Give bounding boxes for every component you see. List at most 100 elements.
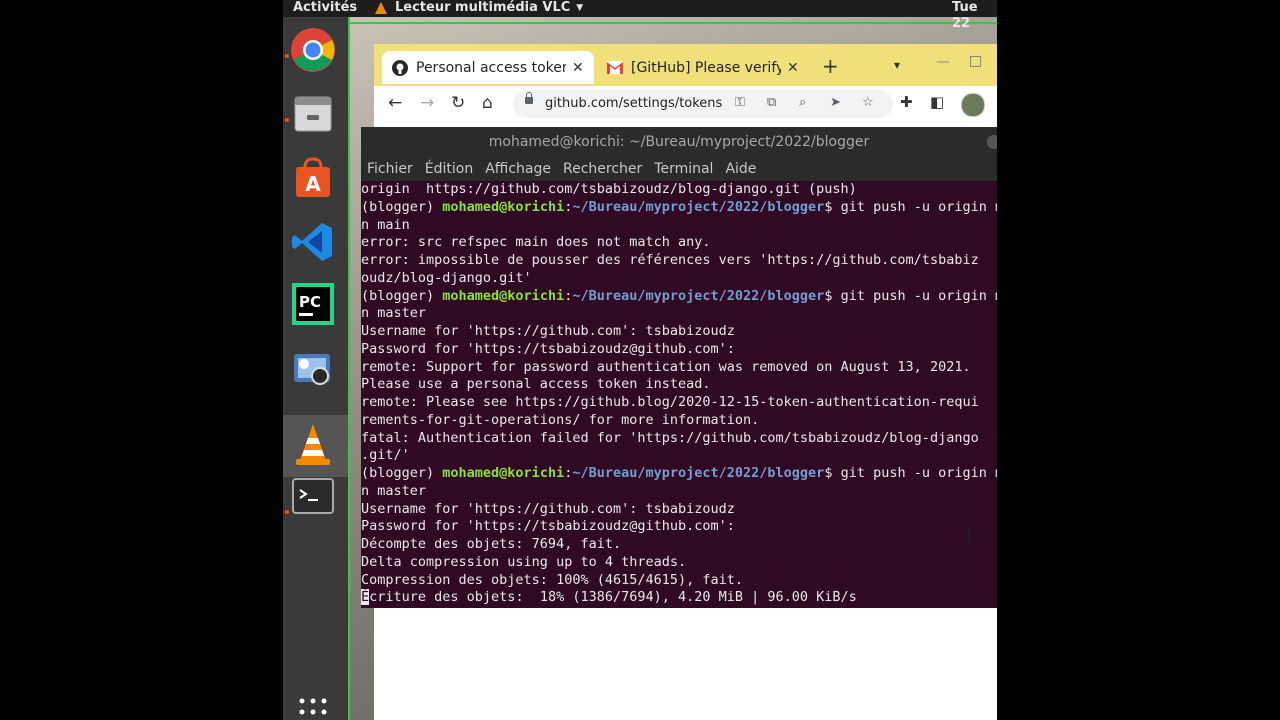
terminal-line: (blogger) mohamed@korichi:~/Bureau/mypro…: [361, 199, 997, 217]
running-indicator: [285, 510, 289, 514]
output-text: Username for 'https://github.com': tsbab…: [361, 500, 735, 517]
menu-item[interactable]: Affichage: [485, 161, 551, 177]
browser-toolbar: ← → ↻ ⌂ github.com/settings/tokens ⚿ ⧉ ⌕…: [374, 86, 997, 122]
terminal-line: (blogger) mohamed@korichi:~/Bureau/mypro…: [361, 465, 997, 483]
home-icon[interactable]: ⌂: [482, 93, 493, 113]
terminal-line: fatal: Authentication failed for 'https:…: [361, 430, 997, 448]
terminal-line: n master: [361, 305, 997, 323]
terminal-line: origin https://github.com/tsbabizoudz/bl…: [361, 181, 997, 199]
command-text: git push -u origin master: [840, 287, 997, 304]
prompt-dollar: $: [824, 198, 841, 215]
url-text: github.com/settings/tokens: [545, 96, 723, 111]
prompt-user: mohamed@korichi: [442, 287, 565, 304]
minimize-button[interactable]: —: [936, 54, 950, 70]
terminal-line: .git/': [361, 447, 997, 465]
terminal-line: oudz/blog-django.git': [361, 270, 997, 288]
files-icon[interactable]: [290, 91, 336, 137]
tab-personal-access-tokens[interactable]: Personal access tokens ✕: [382, 51, 594, 84]
clock[interactable]: Tue 22: [952, 0, 997, 32]
app-menu[interactable]: Lecteur multimédia VLC ▼: [375, 0, 583, 16]
software-center-icon[interactable]: A: [290, 155, 336, 201]
menu-item[interactable]: Fichier: [367, 161, 413, 177]
address-bar[interactable]: github.com/settings/tokens ⚿ ⧉ ⌕ ➤ ☆: [513, 90, 893, 118]
prompt-dollar: $: [824, 465, 841, 481]
tab-github-verify[interactable]: [GitHub] Please verify your device ✕: [599, 51, 799, 84]
activities-button[interactable]: Activités: [293, 0, 357, 16]
terminal-title: mohamed@korichi: ~/Bureau/myproject/2022…: [361, 127, 997, 157]
terminal-line: error: impossible de pousser des référen…: [361, 252, 997, 270]
output-text: n master: [361, 305, 427, 322]
output-text: n main: [361, 216, 410, 233]
terminal-line: Please use a personal access token inste…: [361, 376, 997, 394]
zoom-icon[interactable]: ⌕: [799, 95, 806, 110]
output-text: Password for 'https://tsbabizoudz@github…: [361, 518, 735, 535]
menu-item[interactable]: Édition: [425, 161, 473, 177]
vlc-icon: [375, 2, 387, 14]
side-panel-icon[interactable]: ◧: [930, 93, 944, 111]
output-text: Password for 'https://tsbabizoudz@github…: [361, 340, 735, 357]
terminal-line: Compression des objets: 100% (4615/4615)…: [361, 572, 997, 590]
output-text: criture des objets: 18% (1386/7694), 4.2…: [369, 589, 857, 606]
reload-icon[interactable]: ↻: [451, 93, 465, 113]
back-arrow-icon[interactable]: ←: [388, 93, 402, 113]
terminal-output[interactable]: origin https://github.com/tsbabizoudz/bl…: [361, 181, 997, 607]
apps-grid-icon[interactable]: [290, 689, 336, 719]
close-button[interactable]: [987, 135, 997, 149]
output-text: Delta compression using up to 4 threads.: [361, 553, 687, 570]
gmail-icon: [607, 61, 623, 74]
desktop-screen: Activités Lecteur multimédia VLC ▼ Tue 2…: [283, 0, 997, 720]
menu-item[interactable]: Terminal: [654, 161, 713, 177]
prompt-env: (blogger): [361, 287, 443, 304]
extensions-icon[interactable]: ✚: [900, 93, 913, 111]
running-indicator: [285, 118, 289, 122]
prompt-user: mohamed@korichi: [442, 198, 565, 215]
output-text: origin https://github.com/tsbabizoudz/bl…: [361, 181, 857, 197]
terminal-icon[interactable]: [290, 473, 336, 519]
close-icon[interactable]: ✕: [572, 60, 584, 76]
close-icon[interactable]: ✕: [787, 60, 799, 76]
github-icon: [392, 59, 408, 76]
output-text: rements-for-git-operations/ for more inf…: [361, 411, 760, 428]
terminal-line: Écriture des objets: 18% (1386/7694), 4.…: [361, 589, 997, 607]
terminal-line: remote: Please see https://github.blog/2…: [361, 394, 997, 412]
star-icon[interactable]: ☆: [862, 95, 874, 110]
chrome-icon[interactable]: [290, 27, 336, 73]
send-icon[interactable]: ➤: [830, 95, 841, 110]
terminal-window[interactable]: mohamed@korichi: ~/Bureau/myproject/2022…: [361, 127, 997, 608]
avatar[interactable]: [961, 93, 985, 117]
output-text: oudz/blog-django.git': [361, 269, 532, 286]
terminal-line: error: src refspec main does not match a…: [361, 234, 997, 252]
output-text: .git/': [361, 447, 410, 464]
menu-item[interactable]: Aide: [725, 161, 756, 177]
svg-text:PC: PC: [299, 293, 321, 311]
dock: A PC: [283, 17, 348, 720]
tab-search-chevron-icon[interactable]: ▾: [894, 58, 900, 72]
terminal-line: Décompte des objets: 7694, fait.: [361, 536, 997, 554]
prompt-env: (blogger): [361, 198, 443, 215]
menu-item[interactable]: Rechercher: [563, 161, 642, 177]
terminal-cursor: É: [361, 589, 370, 606]
forward-arrow-icon[interactable]: →: [420, 93, 434, 113]
terminal-line: Password for 'https://tsbabizoudz@github…: [361, 518, 997, 536]
vscode-icon[interactable]: [290, 219, 336, 265]
prompt-path: ~/Bureau/myproject/2022/blogger: [572, 465, 825, 481]
pycharm-icon[interactable]: PC: [290, 281, 336, 327]
new-tab-button[interactable]: +: [822, 54, 839, 78]
text-cursor-icon: I: [964, 527, 974, 546]
terminal-line: Username for 'https://github.com': tsbab…: [361, 323, 997, 341]
prompt-path: ~/Bureau/myproject/2022/blogger: [572, 198, 825, 215]
tab-title: [GitHub] Please verify your device: [631, 59, 781, 76]
output-text: error: src refspec main does not match a…: [361, 234, 711, 251]
chevron-down-icon: ▼: [576, 3, 584, 13]
video-editor-icon[interactable]: [290, 344, 336, 390]
terminal-line: rements-for-git-operations/ for more inf…: [361, 412, 997, 430]
maximize-button[interactable]: [970, 56, 981, 67]
translate-icon[interactable]: ⧉: [767, 95, 776, 110]
terminal-line: n main: [361, 217, 997, 235]
output-text: Compression des objets: 100% (4615/4615)…: [361, 571, 744, 588]
output-text: remote: Please see https://github.blog/2…: [361, 394, 979, 410]
key-icon[interactable]: ⚿: [735, 95, 745, 110]
terminal-line: (blogger) mohamed@korichi:~/Bureau/mypro…: [361, 288, 997, 306]
running-indicator: [285, 54, 289, 58]
vlc-icon[interactable]: [290, 422, 336, 468]
